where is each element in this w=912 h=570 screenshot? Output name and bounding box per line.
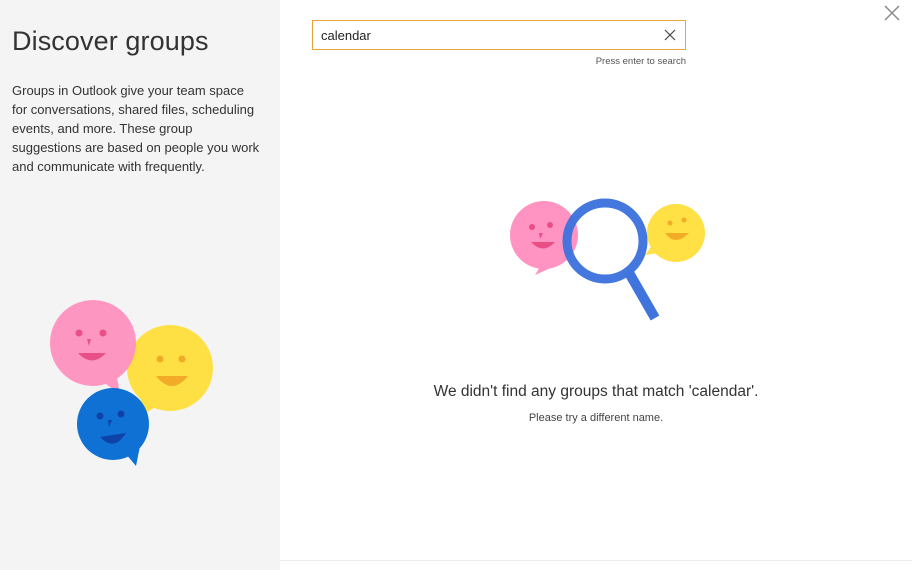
group-chat-bubbles-icon xyxy=(50,300,213,466)
search-box[interactable] xyxy=(312,20,686,50)
magnifier-search-icon xyxy=(510,198,705,321)
empty-results-subtitle: Please try a different name. xyxy=(528,412,664,424)
empty-results-title: We didn't find any groups that match 'ca… xyxy=(433,383,759,400)
divider xyxy=(280,560,912,561)
search-input[interactable] xyxy=(321,25,651,45)
close-icon xyxy=(884,5,900,21)
page-title: Discover groups xyxy=(12,26,209,56)
clear-search-button[interactable] xyxy=(661,26,679,44)
search-hint: Press enter to search xyxy=(595,56,686,67)
sidebar-description: Groups in Outlook give your team space f… xyxy=(12,83,260,174)
close-button[interactable] xyxy=(879,0,905,26)
close-icon xyxy=(664,29,676,41)
sidebar-panel: Discover groups Groups in Outlook give y… xyxy=(0,0,280,570)
